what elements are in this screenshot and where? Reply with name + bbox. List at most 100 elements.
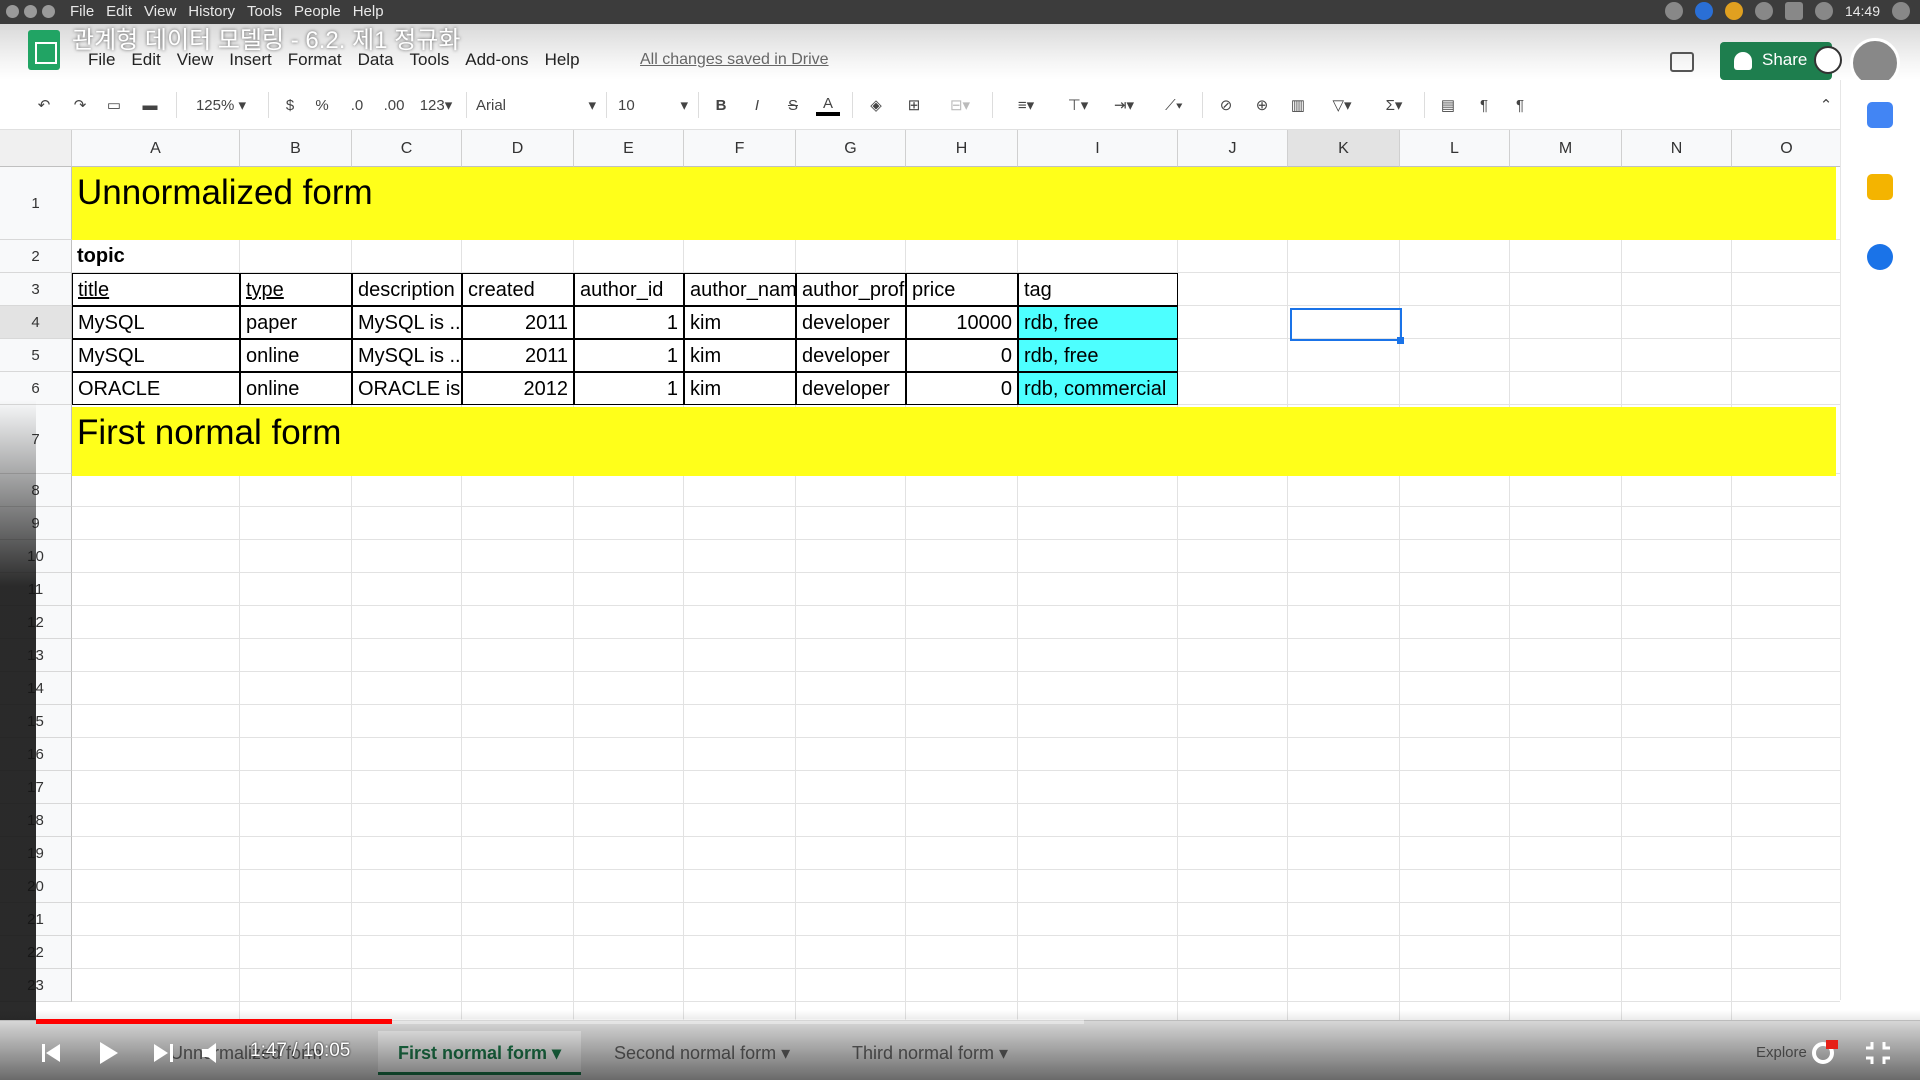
vertical-align-icon[interactable]: ⊤▾ — [1058, 94, 1098, 116]
keyboard-layout-icon[interactable] — [1784, 2, 1803, 20]
text-color-button[interactable]: A — [816, 94, 840, 116]
bold-button[interactable]: B — [710, 94, 732, 116]
rtl-paragraph-icon[interactable]: ¶ — [1508, 94, 1532, 116]
column-header-b[interactable]: B — [240, 130, 352, 167]
network-icon[interactable] — [1754, 2, 1773, 20]
insert-comment-icon[interactable]: ⊕ — [1250, 94, 1274, 116]
cell-d5[interactable]: 2011 — [462, 339, 574, 372]
next-icon[interactable] — [150, 1040, 178, 1066]
filter-icon[interactable]: ▽▾ — [1322, 94, 1362, 116]
cell-h5[interactable]: 0 — [906, 339, 1018, 372]
select-all-corner[interactable] — [0, 130, 72, 167]
os-menu-edit[interactable]: Edit — [106, 3, 132, 20]
volume-icon[interactable] — [200, 1040, 228, 1066]
cell-h4[interactable]: 10000 — [906, 306, 1018, 339]
zoom-select[interactable]: 125% ▾ — [186, 94, 256, 116]
fill-handle[interactable] — [1397, 337, 1404, 344]
horizontal-align-icon[interactable]: ≡▾ — [1006, 94, 1046, 116]
row-header-5[interactable]: 5 — [0, 339, 72, 372]
cell-d3[interactable]: created — [462, 273, 574, 306]
cell-e5[interactable]: 1 — [574, 339, 684, 372]
menu-edit[interactable]: Edit — [131, 50, 160, 70]
cell-g6[interactable]: developer — [796, 372, 906, 405]
text-rotation-icon[interactable]: ⟋▾ — [1154, 94, 1194, 116]
fill-color-icon[interactable]: ◈ — [864, 94, 888, 116]
cell-e6[interactable]: 1 — [574, 372, 684, 405]
redo-icon[interactable]: ↷ — [68, 94, 92, 116]
window-close-icon[interactable] — [6, 5, 19, 18]
column-header-k[interactable]: K — [1288, 130, 1400, 167]
os-menu-view[interactable]: View — [144, 3, 176, 20]
cell-c5[interactable]: MySQL is .. — [352, 339, 462, 372]
row-header-3[interactable]: 3 — [0, 273, 72, 306]
exit-fullscreen-icon[interactable] — [1864, 1040, 1892, 1066]
column-header-c[interactable]: C — [352, 130, 462, 167]
cell-b3[interactable]: type — [240, 273, 352, 306]
collapse-toolbar-icon[interactable]: ⌃ — [1814, 94, 1838, 116]
cell-d4[interactable]: 2011 — [462, 306, 574, 339]
menu-view[interactable]: View — [177, 50, 214, 70]
cell-a3[interactable]: title — [72, 273, 240, 306]
hd-settings-icon[interactable] — [1810, 1040, 1838, 1066]
cell-e3[interactable]: author_id — [574, 273, 684, 306]
menu-file[interactable]: File — [88, 50, 115, 70]
window-minimize-icon[interactable] — [24, 5, 37, 18]
cell-a6[interactable]: ORACLE — [72, 372, 240, 405]
cell-b6[interactable]: online — [240, 372, 352, 405]
strikethrough-button[interactable]: S — [782, 94, 804, 116]
os-menu-tools[interactable]: Tools — [247, 3, 282, 20]
column-header-m[interactable]: M — [1510, 130, 1622, 167]
text-wrapping-icon[interactable]: ⇥▾ — [1104, 94, 1144, 116]
insert-chart-icon[interactable]: ▥ — [1286, 94, 1310, 116]
chrome-icon[interactable] — [1724, 2, 1743, 20]
menu-format[interactable]: Format — [288, 50, 342, 70]
increase-decimal-button[interactable]: .00 — [378, 94, 410, 116]
cell-i5[interactable]: rdb, free — [1018, 339, 1178, 372]
row-header-2[interactable]: 2 — [0, 240, 72, 273]
os-menu-people[interactable]: People — [294, 3, 341, 20]
menu-data[interactable]: Data — [358, 50, 394, 70]
font-size-select[interactable]: 10 ▾ — [618, 94, 688, 116]
location-icon[interactable] — [1664, 2, 1683, 20]
ltr-paragraph-icon[interactable]: ¶ — [1472, 94, 1496, 116]
font-family-select[interactable]: Arial ▾ — [476, 94, 596, 116]
volume-icon[interactable] — [1814, 2, 1833, 20]
cell-b5[interactable]: online — [240, 339, 352, 372]
os-menu-history[interactable]: History — [188, 3, 235, 20]
menu-insert[interactable]: Insert — [229, 50, 272, 70]
merge-cells-icon[interactable]: ⊟▾ — [940, 94, 980, 116]
input-tools-icon[interactable]: ▤ — [1436, 94, 1460, 116]
cell-c3[interactable]: description — [352, 273, 462, 306]
selected-cell-k4[interactable] — [1290, 308, 1402, 341]
print-icon[interactable]: ▭ — [102, 94, 126, 116]
borders-icon[interactable]: ⊞ — [902, 94, 926, 116]
menu-addons[interactable]: Add-ons — [465, 50, 528, 70]
functions-button[interactable]: Σ ▾ — [1374, 94, 1414, 116]
column-header-g[interactable]: G — [796, 130, 906, 167]
watch-later-icon[interactable] — [1814, 46, 1842, 74]
calendar-icon[interactable] — [1867, 102, 1893, 128]
cell-a2[interactable]: topic — [72, 240, 240, 273]
cell-i3[interactable]: tag — [1018, 273, 1178, 306]
cell-c6[interactable]: ORACLE is — [352, 372, 462, 405]
os-menu-file[interactable]: File — [70, 3, 94, 20]
column-header-d[interactable]: D — [462, 130, 574, 167]
decrease-decimal-button[interactable]: .0 — [344, 94, 370, 116]
window-maximize-icon[interactable] — [42, 5, 55, 18]
cell-e4[interactable]: 1 — [574, 306, 684, 339]
column-header-h[interactable]: H — [906, 130, 1018, 167]
row-header-4[interactable]: 4 — [0, 306, 72, 339]
row-header-1[interactable]: 1 — [0, 167, 72, 240]
save-status[interactable]: All changes saved in Drive — [640, 51, 829, 69]
cell-g5[interactable]: developer — [796, 339, 906, 372]
column-header-i[interactable]: I — [1018, 130, 1178, 167]
italic-button[interactable]: I — [746, 94, 768, 116]
paint-format-icon[interactable]: ▬ — [138, 94, 162, 116]
column-header-l[interactable]: L — [1400, 130, 1510, 167]
menu-tools[interactable]: Tools — [410, 50, 450, 70]
video-progress-bar[interactable] — [36, 1019, 1084, 1024]
insert-link-icon[interactable]: ⊘ — [1214, 94, 1238, 116]
cell-f5[interactable]: kim — [684, 339, 796, 372]
cell-f3[interactable]: author_nam — [684, 273, 796, 306]
play-icon[interactable] — [94, 1040, 122, 1066]
